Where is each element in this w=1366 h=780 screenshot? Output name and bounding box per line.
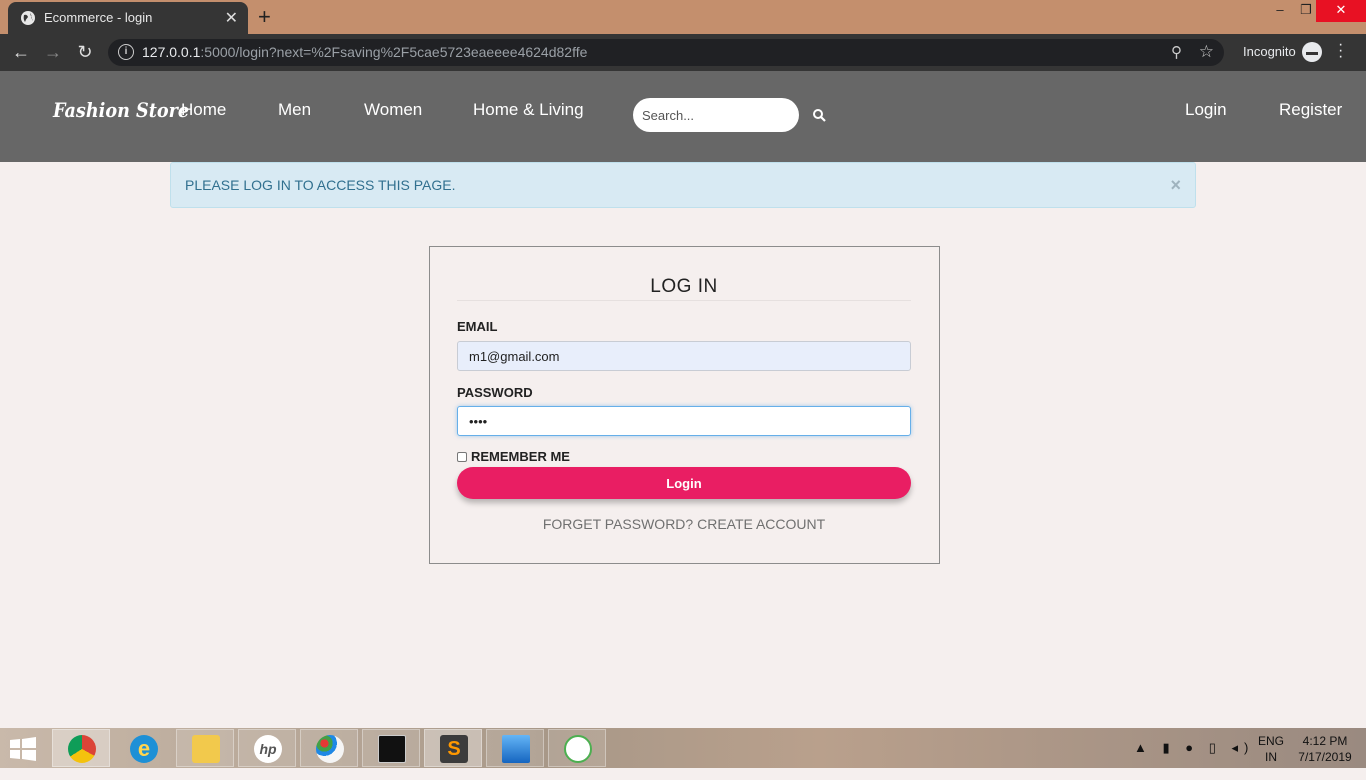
clock-date: 7/17/2019 (1298, 750, 1352, 764)
browser-tab[interactable]: Ecommerce - login ✕ (8, 2, 248, 34)
account-links: FORGET PASSWORD? CREATE ACCOUNT (457, 516, 911, 532)
flash-alert: PLEASE LOG IN TO ACCESS THIS PAGE. × (170, 162, 1196, 208)
back-arrow-icon[interactable]: ← (10, 41, 32, 63)
command-prompt-icon (378, 735, 406, 763)
search-icon[interactable] (812, 108, 826, 122)
sublime-text-icon: S (440, 735, 468, 763)
password-label: PASSWORD (457, 385, 533, 400)
taskbar-sublime[interactable]: S (424, 729, 482, 767)
title-divider (457, 300, 911, 301)
chrome-icon (68, 735, 96, 763)
brand-logo[interactable]: Fashion Store (53, 98, 189, 122)
incognito-label: Incognito (1243, 44, 1296, 59)
nav-register-link[interactable]: Register (1279, 100, 1342, 120)
lang-code: ENG (1258, 734, 1285, 748)
paint-palette-icon (316, 735, 344, 763)
folder-icon (192, 735, 220, 763)
remember-me-label: REMEMBER ME (471, 449, 570, 464)
taskbar-chrome[interactable] (52, 729, 110, 767)
nav-link-home[interactable]: Home (181, 100, 226, 120)
forgot-password-link[interactable]: FORGET PASSWORD? (543, 516, 693, 532)
mongodb-leaf-icon (564, 735, 592, 763)
browser-titlebar: Ecommerce - login ✕ + – ❐ ✕ (0, 0, 1366, 34)
address-bar[interactable]: i 127.0.0.1:5000/login?next=%2Fsaving%2F… (108, 39, 1224, 66)
globe-icon (21, 11, 35, 25)
url-host: 127.0.0.1 (142, 44, 201, 60)
new-tab-button[interactable]: + (258, 4, 271, 30)
login-title: LOG IN (650, 276, 718, 297)
taskbar-mongodb[interactable] (548, 729, 606, 767)
remember-me-checkbox[interactable] (457, 452, 467, 462)
url-text[interactable]: 127.0.0.1:5000/login?next=%2Fsaving%2F5c… (142, 44, 587, 60)
system-tray-icons[interactable]: ▲ ▮ ● ▯ ◂) (1134, 740, 1254, 780)
bookmark-star-icon[interactable]: ☆ (1199, 42, 1214, 62)
incognito-icon[interactable] (1302, 42, 1322, 62)
taskbar-hp[interactable]: hp (238, 729, 296, 767)
windows-start-icon[interactable] (10, 737, 36, 761)
url-path: :5000/login?next=%2Fsaving%2F5cae5723eae… (200, 44, 588, 60)
reload-icon[interactable]: ↻ (74, 41, 96, 63)
photo-viewer-icon (502, 735, 530, 763)
alert-message: PLEASE LOG IN TO ACCESS THIS PAGE. (185, 177, 456, 193)
email-field[interactable] (457, 341, 911, 371)
browser-menu-icon[interactable]: · · · (1338, 37, 1343, 65)
nav-link-home-living[interactable]: Home & Living (473, 100, 584, 120)
tab-close-icon[interactable]: ✕ (225, 8, 238, 28)
search-input[interactable] (633, 98, 799, 132)
taskbar-ie[interactable]: e (114, 729, 172, 767)
taskbar-cmd[interactable] (362, 729, 420, 767)
close-window-button[interactable]: ✕ (1316, 0, 1366, 22)
taskbar-photos[interactable] (486, 729, 544, 767)
browser-toolbar: ← → ↻ i 127.0.0.1:5000/login?next=%2Fsav… (0, 34, 1366, 71)
email-label: EMAIL (457, 319, 498, 334)
clock-time: 4:12 PM (1302, 734, 1348, 748)
nav-link-men[interactable]: Men (278, 100, 311, 120)
taskbar-paint[interactable] (300, 729, 358, 767)
windows-taskbar: e hp S ▲ ▮ ● ▯ ◂) ENG IN 4:12 PM 7/17/20… (0, 728, 1366, 768)
login-card: LOG IN EMAIL PASSWORD REMEMBER ME Login … (429, 246, 940, 564)
lang-region: IN (1265, 750, 1277, 764)
alert-close-icon[interactable]: × (1170, 175, 1181, 196)
remember-me-row[interactable]: REMEMBER ME (457, 449, 570, 464)
site-info-icon[interactable]: i (118, 44, 134, 60)
clock[interactable]: 4:12 PM 7/17/2019 (1294, 733, 1356, 773)
site-navbar: Fashion Store Home Men Women Home & Livi… (0, 71, 1366, 162)
tab-title: Ecommerce - login (44, 10, 153, 25)
nav-login-link[interactable]: Login (1185, 100, 1227, 120)
zoom-icon[interactable]: ⚲ (1171, 43, 1182, 61)
taskbar-file-explorer[interactable] (176, 729, 234, 767)
nav-link-women[interactable]: Women (364, 100, 422, 120)
login-submit-button[interactable]: Login (457, 467, 911, 499)
create-account-link[interactable]: CREATE ACCOUNT (697, 516, 825, 532)
password-field[interactable] (457, 406, 911, 436)
forward-arrow-icon[interactable]: → (42, 41, 64, 63)
internet-explorer-icon: e (130, 735, 158, 763)
hp-icon: hp (254, 735, 282, 763)
language-indicator[interactable]: ENG IN (1258, 733, 1284, 773)
